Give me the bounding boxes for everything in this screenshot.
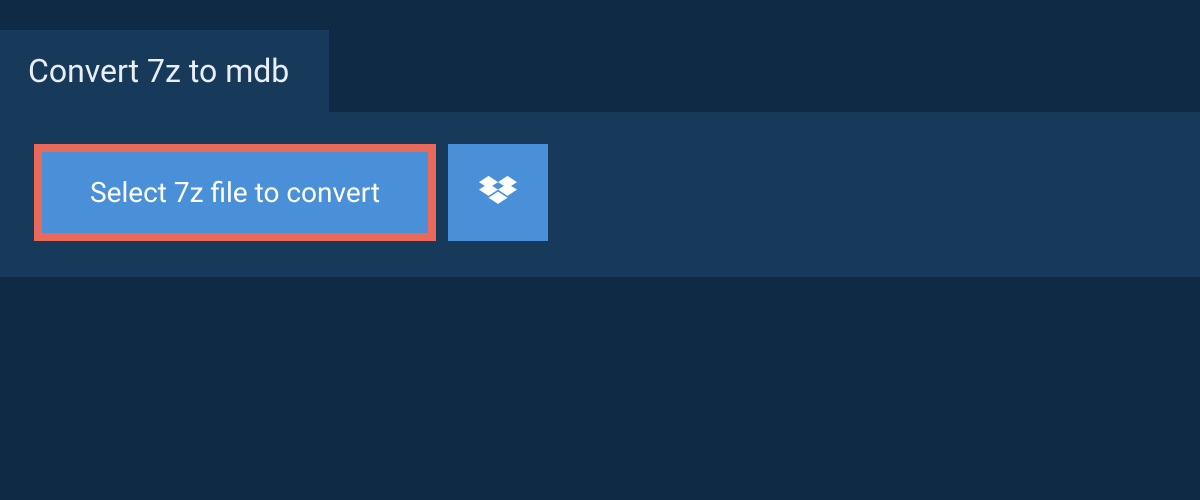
dropbox-icon [479, 175, 517, 211]
below-spacer [0, 277, 1200, 477]
button-row: Select 7z file to convert [34, 144, 1166, 241]
select-file-button-label: Select 7z file to convert [90, 176, 380, 209]
upload-panel: Select 7z file to convert [0, 112, 1200, 277]
dropbox-button[interactable] [448, 144, 548, 241]
select-file-button[interactable]: Select 7z file to convert [34, 144, 436, 241]
page-title-tab: Convert 7z to mdb [0, 30, 329, 112]
page-title: Convert 7z to mdb [28, 52, 289, 90]
